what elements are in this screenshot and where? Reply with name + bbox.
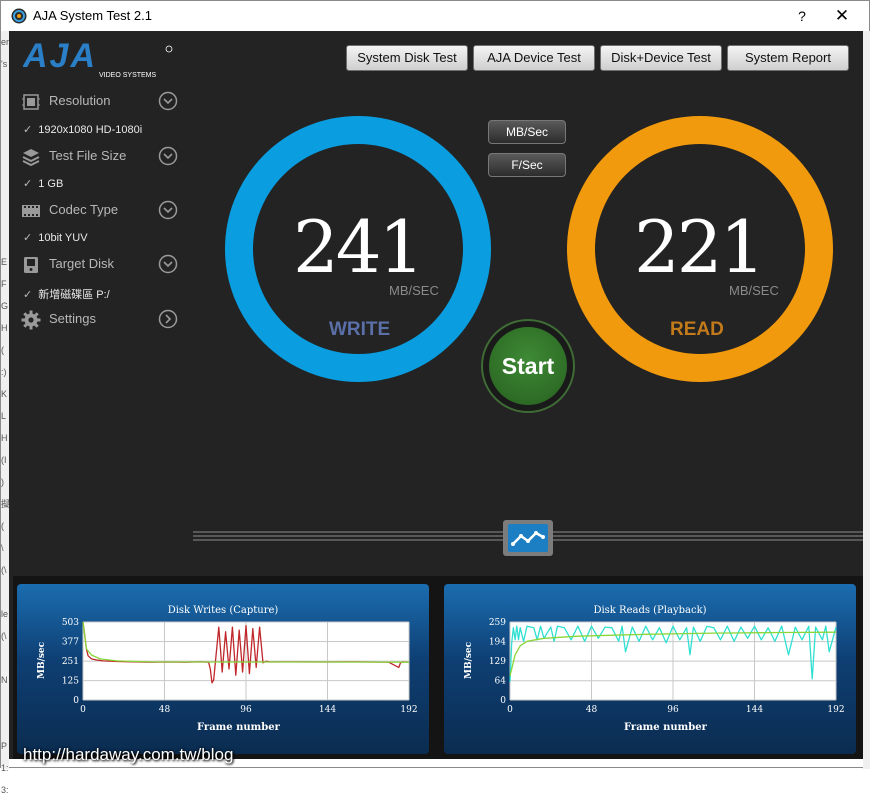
x-tick-label: 0	[507, 705, 513, 715]
background-strip-char: L	[1, 411, 7, 421]
write-speed-value: 241	[293, 205, 424, 289]
start-button-label: Start	[489, 327, 567, 405]
y-tick-label: 129	[489, 657, 506, 667]
background-window-strip: er's E F G H(:) K L H (I) 擬(\ (\ le (\ N P 1: 3:	[1, 31, 9, 795]
x-tick-label: 48	[586, 705, 598, 715]
background-strip-char: (	[1, 521, 4, 531]
background-strip-char	[1, 119, 9, 141]
background-strip-char: G	[1, 301, 9, 311]
x-tick-label: 192	[827, 705, 844, 715]
x-tick-label: 48	[159, 705, 171, 715]
reads-chart-panel: Disk Reads (Playback) MB/sec Frame numbe…	[444, 584, 856, 754]
background-strip-char: (	[1, 345, 4, 355]
background-strip-char: \	[1, 543, 4, 553]
start-button[interactable]: Start	[481, 319, 575, 413]
charts-area: Disk Writes (Capture) MB/sec Frame numbe…	[13, 576, 863, 759]
y-tick-label: 377	[62, 638, 79, 648]
background-strip-char: er	[1, 37, 9, 47]
writes-chart-plot: 0 48 96 144 192 0 125 251 377 503	[62, 618, 418, 715]
x-tick-label: 192	[400, 705, 417, 715]
background-strip-char: 's	[1, 59, 8, 69]
write-speed-units: MB/SEC	[389, 283, 439, 298]
y-tick-label: 503	[62, 618, 79, 628]
background-strip-char	[1, 141, 9, 163]
graph-icon	[511, 531, 545, 546]
watermark-text: http://hardaway.com.tw/blog	[23, 745, 234, 764]
x-tick-label: 144	[746, 705, 763, 715]
background-strip-char: F	[1, 279, 7, 289]
background-strip-char: )	[1, 477, 4, 487]
x-tick-label: 144	[319, 705, 336, 715]
graph-toggle-button[interactable]	[503, 520, 553, 556]
read-label: READ	[670, 319, 724, 340]
background-strip-char	[1, 647, 9, 669]
background-strip-char: P	[1, 741, 8, 751]
x-tick-label: 0	[80, 705, 86, 715]
read-speed-value: 221	[634, 205, 765, 289]
background-strip-char: 3:	[1, 785, 9, 795]
background-strip-char: N	[1, 675, 8, 685]
background-strip-char: :)	[1, 367, 7, 377]
background-strip-char: H	[1, 433, 8, 443]
background-strip-char: (\	[1, 565, 7, 575]
background-strip-char	[1, 207, 9, 229]
background-strip-char	[1, 163, 9, 185]
background-strip-char	[1, 75, 9, 97]
background-strip-char	[1, 581, 9, 603]
graph-screen	[508, 524, 548, 552]
app-icon	[11, 8, 27, 24]
close-button[interactable]: ✕	[829, 5, 855, 27]
y-tick-label: 64	[495, 677, 507, 687]
read-speed-units: MB/SEC	[729, 283, 779, 298]
background-window-strip-right	[863, 31, 870, 769]
background-strip-char	[1, 713, 9, 735]
background-strip-char	[1, 229, 9, 251]
reads-chart-plot: 0 48 96 144 192 0 64 129 194 259	[489, 618, 845, 715]
y-tick-label: 251	[62, 657, 79, 667]
fps-button[interactable]: F/Sec	[488, 153, 566, 177]
write-label: WRITE	[329, 319, 391, 340]
y-tick-label: 259	[489, 618, 506, 628]
app-main-panel: AJA VIDEO SYSTEMS System Disk Test AJA D…	[9, 31, 863, 759]
y-tick-label: 125	[62, 677, 79, 687]
writes-chart-panel: Disk Writes (Capture) MB/sec Frame numbe…	[17, 584, 429, 754]
mbps-button[interactable]: MB/Sec	[488, 120, 566, 144]
background-strip-char: (I	[1, 455, 7, 465]
background-strip-char: (\	[1, 631, 7, 641]
background-strip-char	[1, 691, 9, 713]
x-tick-label: 96	[667, 705, 679, 715]
background-strip-char: 擬	[1, 499, 9, 509]
y-tick-label: 0	[73, 696, 79, 706]
title-bar[interactable]: AJA System Test 2.1 ? ✕	[1, 1, 869, 31]
background-strip-char: 1:	[1, 763, 9, 773]
background-strip-char: le	[1, 609, 9, 619]
background-strip-char: H	[1, 323, 8, 333]
window-title: AJA System Test 2.1	[33, 8, 152, 23]
x-tick-label: 96	[240, 705, 252, 715]
background-strip-char: K	[1, 389, 8, 399]
background-strip-char: E	[1, 257, 8, 267]
background-strip-char	[1, 97, 9, 119]
y-tick-label: 194	[489, 638, 506, 648]
help-button[interactable]: ?	[791, 5, 813, 27]
y-tick-label: 0	[500, 696, 506, 706]
app-window: AJA System Test 2.1 ? ✕ er 's E F G H (:) K L H (I…	[0, 0, 870, 795]
background-strip-char	[1, 185, 9, 207]
